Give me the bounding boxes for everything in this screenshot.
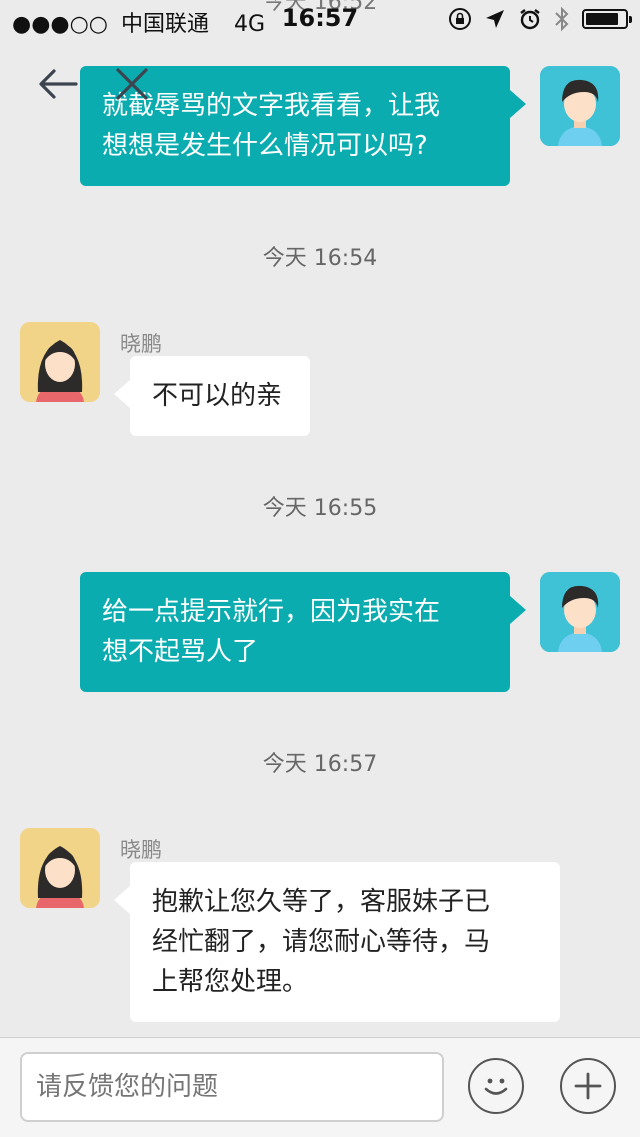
incoming-message-bubble: 不可以的亲 [114,356,310,436]
status-bar: 今天 16:52 ●●●○○ 中国联通 4G 16:57 [0,0,640,40]
message-line: 给一点提示就行，因为我实在 [102,597,441,627]
location-arrow-icon [486,10,504,28]
message-line: 上帮您处理。 [152,967,309,997]
girl-avatar-icon [20,322,100,402]
agent-avatar[interactable] [20,322,100,402]
my-avatar[interactable] [540,572,620,652]
input-bar [0,1037,640,1137]
incoming-message-bubble: 抱歉让您久等了，客服妹子已 经忙翻了，请您耐心等待，马 上帮您处理。 [114,862,560,1022]
bluetooth-icon [555,6,569,32]
sender-name: 晓鹏 [120,332,162,356]
girl-avatar-icon [20,828,100,908]
boy-avatar-icon [540,572,620,652]
alarm-icon [520,9,540,30]
agent-avatar[interactable] [20,828,100,908]
message-line: 就截辱骂的文字我看看，让我 [102,91,441,121]
sender-name: 晓鹏 [120,838,162,862]
message-line: 抱歉让您久等了，客服妹子已 [152,887,491,917]
back-arrow-icon[interactable] [36,66,80,102]
timestamp: 今天 16:55 [262,496,378,521]
battery-icon [582,9,632,29]
emoji-icon [484,1078,508,1095]
message-line: 想想是发生什么情况可以吗? [102,131,428,161]
feedback-input[interactable] [20,1052,444,1122]
plus-icon [574,1072,602,1100]
outgoing-message-bubble: 给一点提示就行，因为我实在 想不起骂人了 [80,572,526,692]
boy-avatar-icon [540,66,620,146]
my-avatar[interactable] [540,66,620,146]
timestamp: 今天 16:54 [262,246,378,271]
emoji-button[interactable] [468,1058,524,1114]
orientation-lock-icon [449,8,471,30]
message-line: 不可以的亲 [152,381,283,411]
message-line: 经忙翻了，请您耐心等待，马 [152,927,491,957]
status-right [448,6,632,32]
timestamp: 今天 16:57 [262,752,378,777]
add-button[interactable] [560,1058,616,1114]
close-icon[interactable] [112,64,152,104]
message-line: 想不起骂人了 [102,637,259,667]
